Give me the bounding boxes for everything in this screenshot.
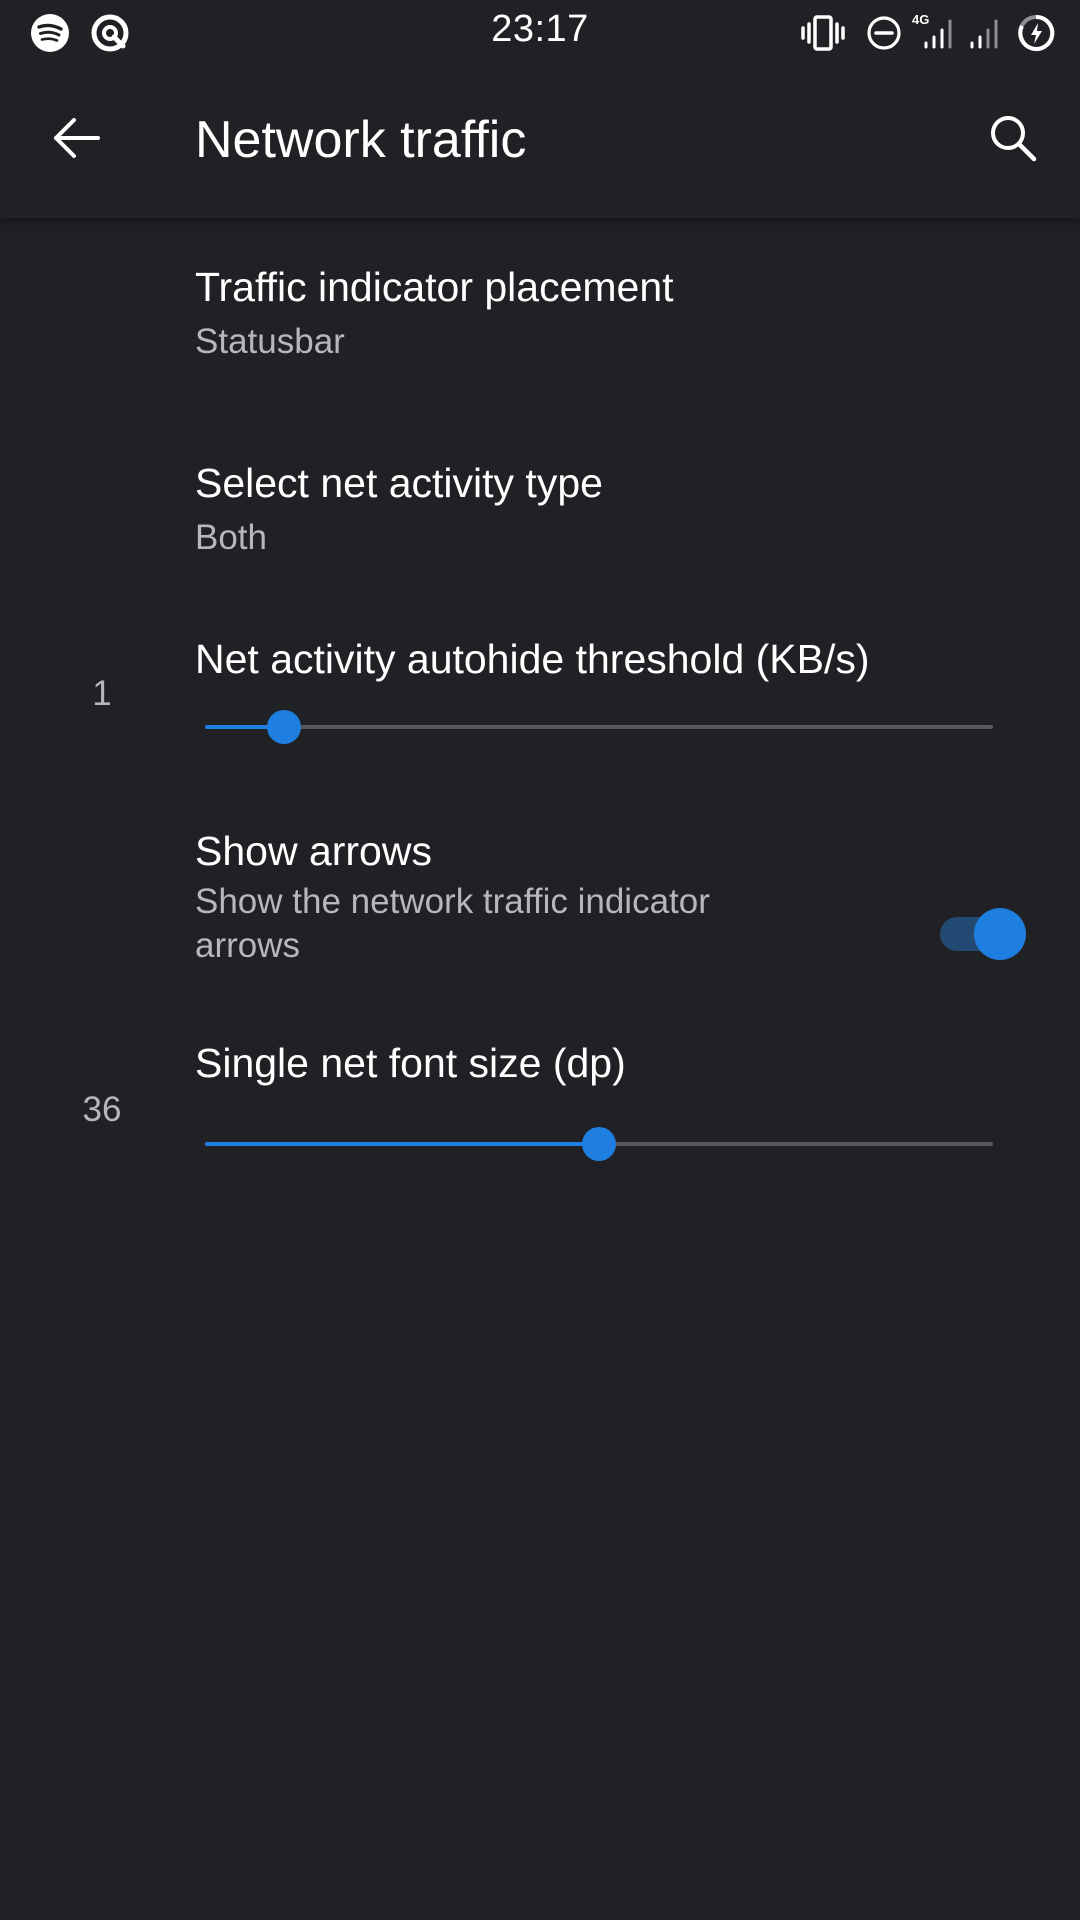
arrow-back-icon <box>50 112 102 169</box>
pref-title: Traffic indicator placement <box>195 264 674 310</box>
pref-show-arrows[interactable]: Show arrows Show the network traffic ind… <box>0 790 1080 1030</box>
pref-traffic-indicator-placement[interactable]: Traffic indicator placement Statusbar <box>0 218 1080 414</box>
pref-summary: Statusbar <box>195 322 345 361</box>
show-arrows-switch[interactable] <box>940 905 1030 960</box>
signal-icon-2 <box>966 13 1006 53</box>
pref-autohide-threshold: Net activity autohide threshold (KB/s) 1 <box>0 610 1080 790</box>
pref-single-net-font-size: Single net font size (dp) 36 <box>0 1030 1080 1210</box>
seekbar-thumb[interactable] <box>582 1127 616 1161</box>
vibrate-icon <box>800 13 846 53</box>
app-bar: Network traffic <box>0 66 1080 218</box>
pref-title: Single net font size (dp) <box>195 1040 626 1086</box>
preference-list: Traffic indicator placement Statusbar Se… <box>0 218 1080 1920</box>
pref-net-activity-type[interactable]: Select net activity type Both <box>0 414 1080 610</box>
seekbar-value: 36 <box>82 1090 122 1129</box>
signal-icon <box>920 13 960 53</box>
pref-title: Select net activity type <box>195 460 603 506</box>
seekbar-progress <box>205 1142 599 1146</box>
do-not-disturb-icon <box>864 13 904 53</box>
pref-title: Show arrows <box>195 828 432 874</box>
page-title: Network traffic <box>195 111 527 169</box>
search-icon <box>987 112 1039 169</box>
font-size-seekbar[interactable] <box>205 1127 993 1161</box>
autohide-seekbar[interactable] <box>205 710 993 744</box>
battery-charging-icon <box>1016 13 1056 53</box>
back-button[interactable] <box>36 100 116 180</box>
seekbar-thumb[interactable] <box>266 710 301 744</box>
pref-summary: Show the network traffic indicator arrow… <box>195 882 710 965</box>
switch-thumb <box>974 908 1026 960</box>
pref-title: Net activity autohide threshold (KB/s) <box>195 636 870 682</box>
pref-summary: Both <box>195 518 267 557</box>
search-button[interactable] <box>973 100 1053 180</box>
seekbar-value: 1 <box>92 674 112 713</box>
status-bar: 23:17 4G <box>0 0 1080 66</box>
